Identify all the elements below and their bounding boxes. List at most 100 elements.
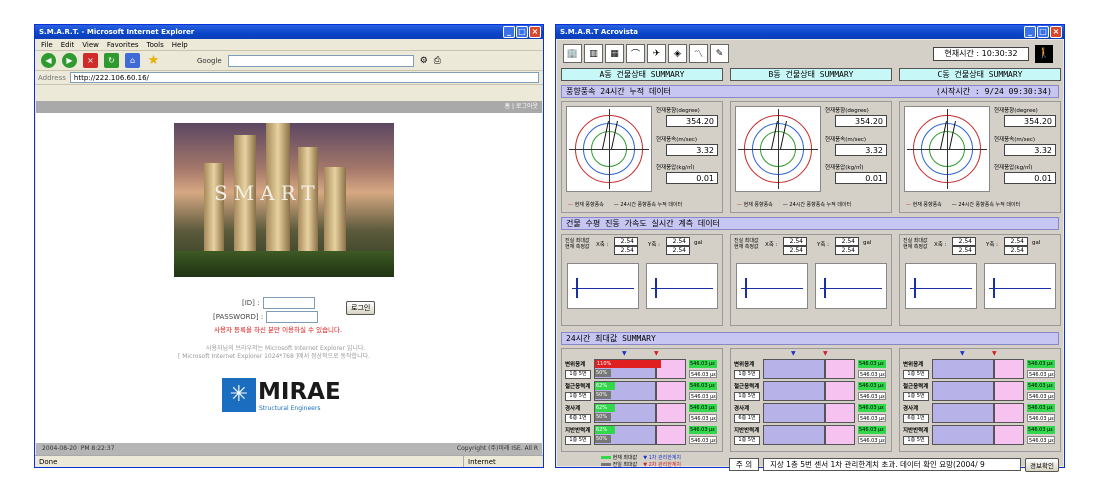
menu-favorites[interactable]: Favorites (107, 39, 139, 50)
micro-value: 546.03 με (689, 360, 717, 368)
stop-icon[interactable]: × (83, 53, 98, 68)
sensor-row[interactable]: 철근응력계 1층 5번 546.03 με 546.03 με (731, 381, 891, 402)
tower-icon[interactable]: ▥ (584, 44, 603, 63)
gal-unit: gal (1032, 240, 1041, 246)
graph-icon[interactable]: 〽 (689, 44, 708, 63)
sensor-name: 철근응력계 (734, 384, 760, 390)
sensor-row[interactable]: 지반반력계 1층 5번 546.03 με 546.03 με (900, 425, 1060, 446)
maximize-icon[interactable]: □ (1037, 26, 1049, 38)
bridge-icon[interactable]: ⌒ (626, 44, 645, 63)
menu-tools[interactable]: Tools (147, 39, 164, 50)
summary-c[interactable]: C동 건물상태 SUMMARY (899, 68, 1061, 81)
google-search-input[interactable] (227, 54, 414, 67)
x-max-value: 2.54 (783, 237, 807, 246)
menu-edit[interactable]: Edit (61, 39, 75, 50)
sensor-row[interactable]: 지반반력계 1층 5번 546.03 με 546.03 με (731, 425, 891, 446)
menu-file[interactable]: File (41, 39, 53, 50)
micro-value: 546.03 με (858, 370, 886, 378)
ac-titlebar[interactable]: S.M.A.R.T Acrovista _ □ × (556, 25, 1064, 39)
x-max-value: 2.54 (614, 237, 638, 246)
top-nav[interactable]: 홈 | 로그아웃 (36, 101, 542, 113)
sensor-row[interactable]: 변위응계 1층 5번 546.03 με 546.03 με (900, 359, 1060, 380)
micro-value: 546.03 με (1027, 392, 1055, 400)
refresh-icon[interactable]: ↻ (104, 53, 119, 68)
sensor-row[interactable]: 지반반력계 1층 5번 62% 50% 546.03 με 546.03 με (562, 425, 722, 446)
settings-icon[interactable]: ✎ (710, 44, 729, 63)
wind-rose-chart (735, 106, 821, 192)
print-icon[interactable]: ⎙ (434, 56, 441, 66)
alarm-confirm-button[interactable]: 경보확인 (1025, 458, 1059, 472)
wind-rose-chart (566, 106, 652, 192)
sensor-name: 지반반력계 (903, 428, 929, 434)
url-input[interactable]: http://222.106.60.16/ (69, 72, 539, 83)
sensor-row[interactable]: 경사계 6층 1번 546.03 με 546.03 με (900, 403, 1060, 424)
footer-date: 2004-08-20 (42, 445, 77, 452)
summary-b[interactable]: B동 건물상태 SUMMARY (730, 68, 892, 81)
menu-view[interactable]: View (82, 39, 99, 50)
password-input[interactable] (266, 311, 319, 323)
grid-icon[interactable]: ▦ (605, 44, 624, 63)
sensor-row[interactable]: 철근응력계 1층 5번 62% 50% 546.03 με 546.03 με (562, 381, 722, 402)
x-now-value: 2.54 (783, 246, 807, 255)
home-icon[interactable]: ⌂ (125, 53, 140, 68)
max24-title: 24시간 최대값 SUMMARY (566, 334, 656, 343)
ac-title: S.M.A.R.T Acrovista (560, 28, 638, 36)
logo-subtitle: Structural Engineers (259, 405, 321, 412)
building-icon[interactable]: 🏢 (563, 44, 582, 63)
hero-image: SMART (174, 123, 394, 277)
vib-now-label: 현재 측정값 (903, 244, 928, 250)
micro-value: 546.03 με (689, 414, 717, 422)
y-max-value: 2.54 (666, 237, 690, 246)
sensor-row[interactable]: 경사계 6층 1번 62% 50% 546.03 με 546.03 με (562, 403, 722, 424)
sensor-floor: 1층 5번 (565, 392, 591, 401)
micro-value: 546.03 με (689, 382, 717, 390)
ie-titlebar[interactable]: S.M.A.R.T. - Microsoft Internet Explorer… (35, 25, 543, 39)
speed-label: 현재풍속(m/sec) (825, 137, 867, 143)
menu-help[interactable]: Help (172, 39, 188, 50)
sensor-row[interactable]: 변위응계 1층 5번 546.03 με 546.03 με (731, 359, 891, 380)
id-input[interactable] (262, 297, 315, 309)
map-icon[interactable]: ◈ (668, 44, 687, 63)
summary-a[interactable]: A동 건물상태 SUMMARY (561, 68, 723, 81)
sensor-row[interactable]: 철근응력계 1층 5번 546.03 με 546.03 με (900, 381, 1060, 402)
back-icon[interactable]: ◀ (41, 53, 56, 68)
forward-icon[interactable]: ▶ (62, 53, 77, 68)
maximize-icon[interactable]: □ (516, 26, 528, 38)
legend-24h: 24시간 풍향풍속 누적 데이터 (958, 202, 1021, 208)
sensor-row[interactable]: 경사계 6층 1번 546.03 με 546.03 με (731, 403, 891, 424)
sensor-floor: 1층 5번 (565, 436, 591, 445)
search-options-icon[interactable]: ⚙ (420, 56, 428, 66)
google-label[interactable]: Google (197, 57, 222, 65)
micro-value: 546.03 με (858, 404, 886, 412)
login-button[interactable]: 로그인 (346, 301, 376, 315)
past-bar: 50% (595, 369, 611, 377)
sensor-name: 경사계 (903, 406, 919, 412)
wind-legend: — 현재 풍향풍속 — 24시간 풍향풍속 누적 데이터 (568, 202, 683, 208)
gal-unit: gal (694, 240, 703, 246)
close-icon[interactable]: × (1050, 26, 1062, 38)
pressure-label: 현재풍압(kg/㎡) (825, 165, 864, 171)
summary-legend: 현재 최대값 ▼ 1차 관리한계치 (601, 454, 681, 461)
sensor-row[interactable]: 변위응계 1층 5번 110% 50% 546.03 με 546.03 με (562, 359, 722, 380)
sensor-name: 경사계 (565, 406, 581, 412)
minimize-icon[interactable]: _ (1024, 26, 1036, 38)
micro-value: 546.03 με (858, 436, 886, 444)
minimize-icon[interactable]: _ (503, 26, 515, 38)
y-max-value: 2.54 (835, 237, 859, 246)
max24-panel: ▼ ▼ 변위응계 1층 5번 546.03 με 546.03 με 철근응력계 … (730, 348, 892, 452)
favorites-star-icon[interactable]: ★ (146, 53, 161, 68)
exit-icon[interactable]: 🚶 (1035, 45, 1053, 63)
dir-label: 현재풍향(degree) (656, 108, 700, 114)
wind-panel: 현재풍향(degree) 354.20 현재풍속(m/sec) 3.32 현재풍… (899, 101, 1061, 213)
y-waveform-chart (984, 263, 1056, 309)
max24-panel: ▼ ▼ 변위응계 1층 5번 546.03 με 546.03 με 철근응력계 … (899, 348, 1061, 452)
close-icon[interactable]: × (529, 26, 541, 38)
micro-value: 546.03 με (689, 426, 717, 434)
y-waveform-chart (815, 263, 887, 309)
sensor-floor: 6층 1번 (903, 414, 929, 423)
max24-section-header: 24시간 최대값 SUMMARY (561, 332, 1059, 345)
speed-label: 현재풍속(m/sec) (994, 137, 1036, 143)
max24-panel: ▼ ▼ 변위응계 1층 5번 110% 50% 546.03 με 546.03 με… (561, 348, 723, 452)
x-now-value: 2.54 (952, 246, 976, 255)
wind-icon[interactable]: ✈ (647, 44, 666, 63)
